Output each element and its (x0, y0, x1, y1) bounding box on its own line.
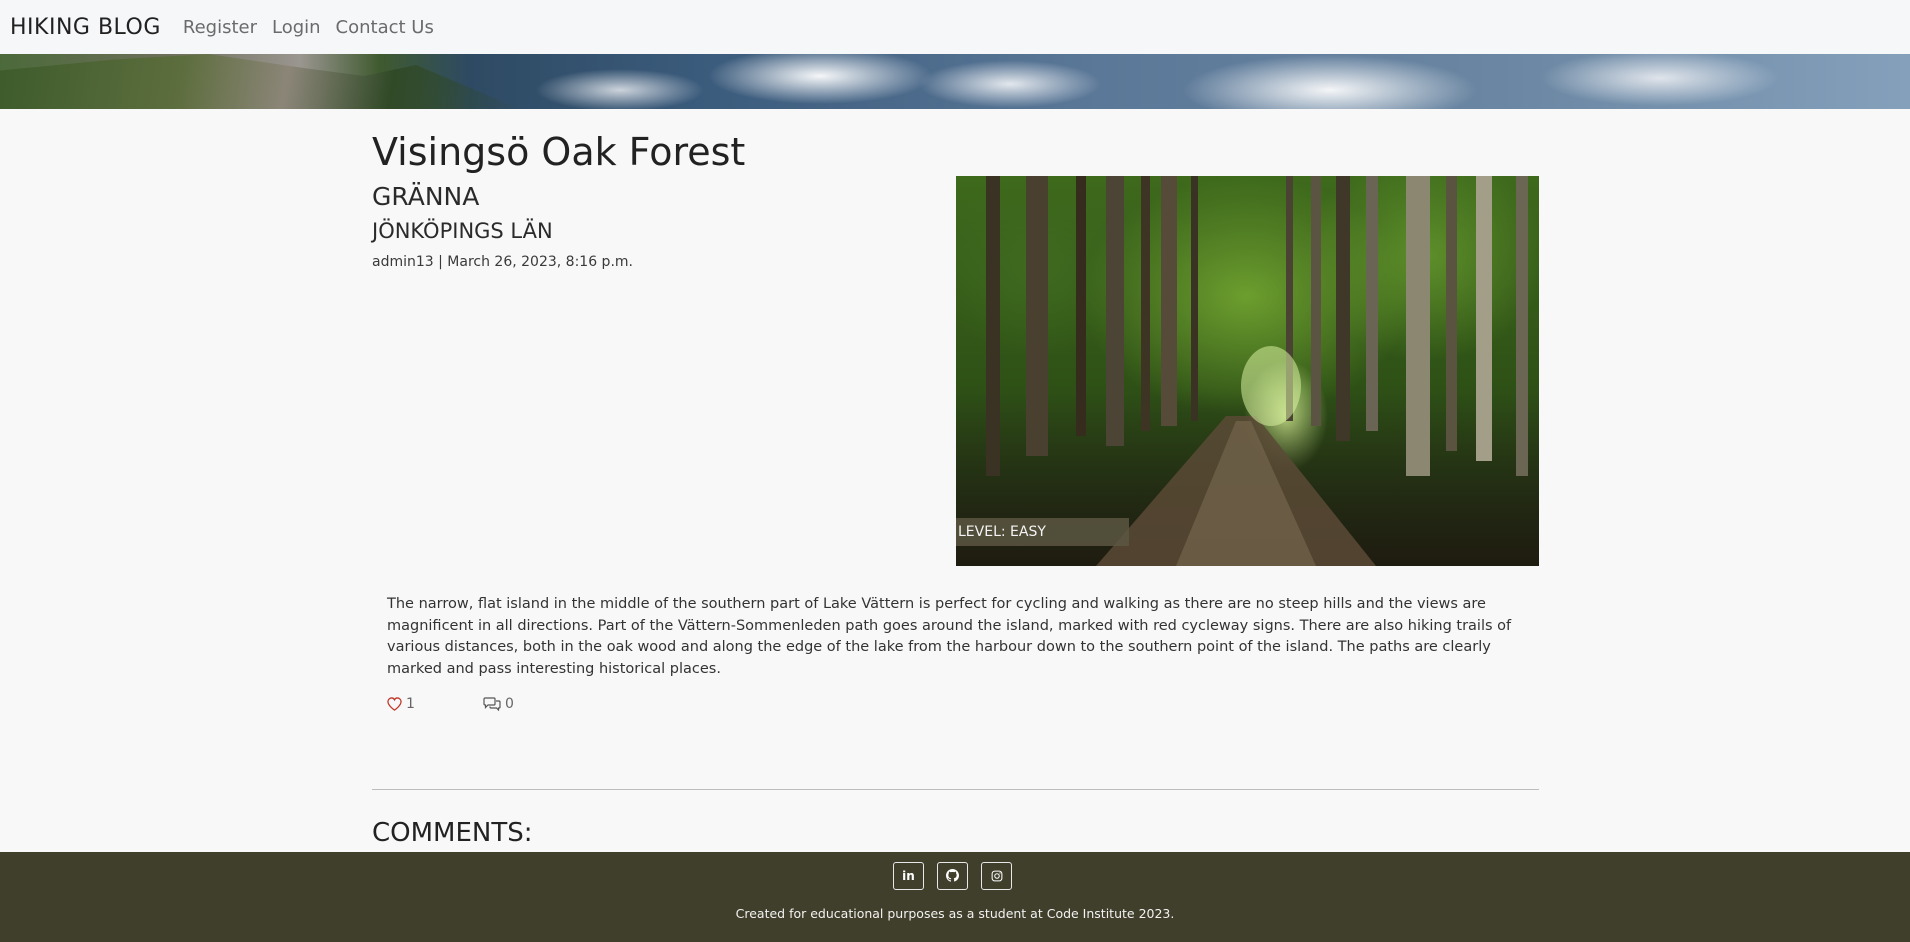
linkedin-icon: in (902, 869, 915, 883)
post-featured-image (956, 176, 1539, 566)
difficulty-level-badge: LEVEL: EASY (956, 518, 1129, 546)
nav-link-register[interactable]: Register (183, 17, 257, 38)
nav-link-login[interactable]: Login (272, 17, 321, 38)
post-meta: admin13 | March 26, 2023, 8:16 p.m. (372, 254, 633, 270)
footer-credit-text: Created for educational purposes as a st… (735, 906, 1175, 921)
heart-icon[interactable] (387, 697, 402, 711)
comments-heading: COMMENTS: (372, 818, 533, 848)
social-links: in (893, 862, 1025, 890)
post-description: The narrow, flat island in the middle of… (387, 596, 1512, 677)
nav-links: Register Login Contact Us (183, 17, 449, 38)
footer: in Created for educational purposes as a… (0, 852, 1910, 942)
github-icon (946, 867, 959, 886)
navbar: HIKING BLOG Register Login Contact Us (0, 0, 1910, 54)
like-control[interactable]: 1 (387, 696, 415, 712)
like-count: 1 (406, 696, 415, 712)
post-county: JÖNKÖPINGS LÄN (372, 219, 553, 243)
comment-count: 0 (505, 696, 514, 712)
header-banner-image (0, 54, 1910, 109)
instagram-link[interactable] (981, 862, 1012, 890)
banner-mountain (0, 54, 520, 109)
brand-logo-link[interactable]: HIKING BLOG (10, 15, 161, 40)
post-town: GRÄNNA (372, 182, 480, 211)
nav-link-contact-us[interactable]: Contact Us (336, 17, 434, 38)
instagram-icon (991, 867, 1003, 886)
post-title: Visingsö Oak Forest (372, 130, 746, 174)
forest-illustration (986, 176, 1528, 566)
comments-icon (483, 697, 501, 711)
comment-count-indicator: 0 (483, 696, 514, 712)
github-link[interactable] (937, 862, 968, 890)
section-divider (372, 789, 1539, 790)
linkedin-link[interactable]: in (893, 862, 924, 890)
